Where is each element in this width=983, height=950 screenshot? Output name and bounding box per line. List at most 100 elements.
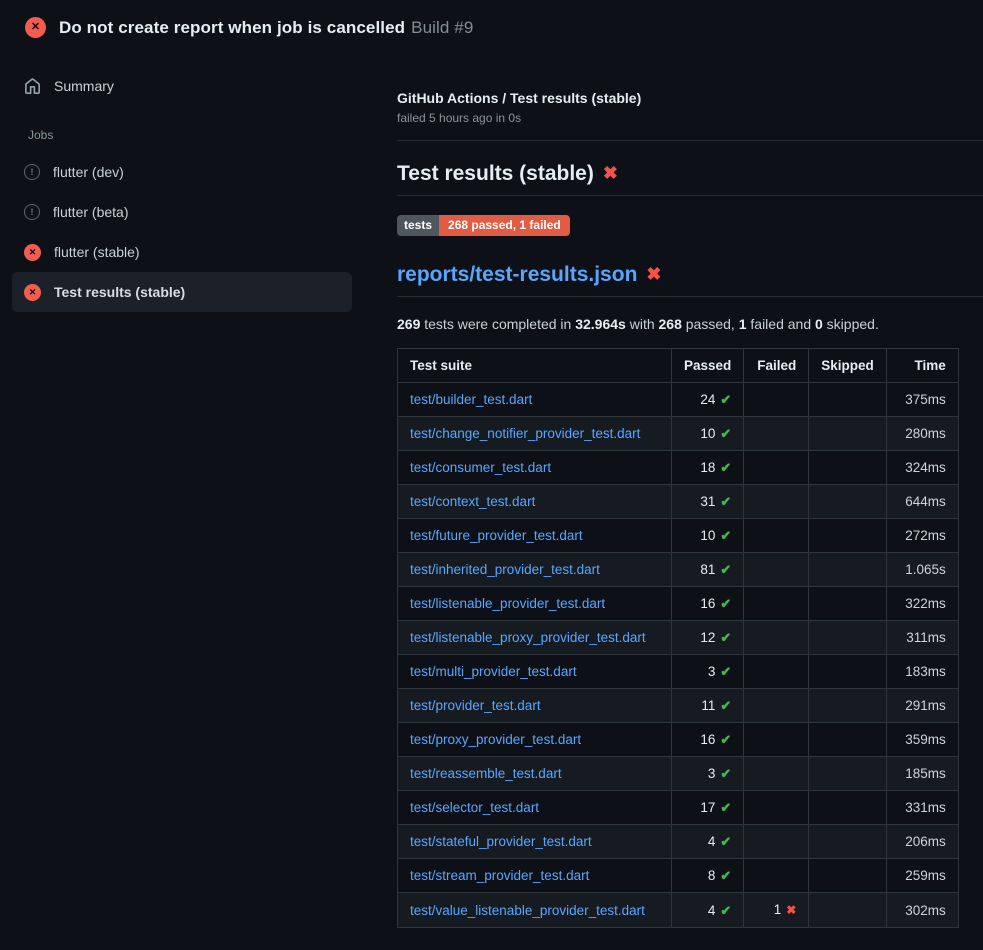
passed-cell: 16✔ (672, 587, 744, 621)
time-cell: 280ms (886, 417, 958, 451)
check-icon: ✔ (720, 834, 731, 849)
build-number: Build #9 (411, 18, 473, 37)
skipped-cell (809, 825, 887, 859)
skipped-cell (809, 723, 887, 757)
time-cell: 1.065s (886, 553, 958, 587)
test-results-table: Test suite Passed Failed Skipped Time te… (397, 348, 959, 928)
sidebar-item-test-results-stable[interactable]: ✕ Test results (stable) (12, 272, 352, 312)
check-icon: ✔ (720, 630, 731, 645)
check-icon: ✔ (720, 426, 731, 441)
test-suite-link[interactable]: test/selector_test.dart (410, 800, 539, 815)
sidebar-summary-label: Summary (54, 78, 114, 94)
skipped-cell (809, 757, 887, 791)
skipped-cell (809, 587, 887, 621)
table-row: test/listenable_provider_test.dart 16✔ 3… (398, 587, 959, 621)
check-icon: ✔ (720, 732, 731, 747)
time-cell: 206ms (886, 825, 958, 859)
skipped-cell (809, 859, 887, 893)
check-icon: ✔ (720, 528, 731, 543)
time-cell: 311ms (886, 621, 958, 655)
time-cell: 322ms (886, 587, 958, 621)
sidebar-item-flutter-stable[interactable]: ✕ flutter (stable) (12, 232, 352, 272)
failed-status-icon: ✕ (25, 17, 46, 38)
check-icon: ✔ (720, 392, 731, 407)
check-icon: ✔ (720, 800, 731, 815)
passed-cell: 3✔ (672, 757, 744, 791)
failed-cell (744, 519, 809, 553)
check-title: Test results (stable)✖ (397, 162, 983, 196)
summary-sentence: 269 tests were completed in 32.964s with… (397, 316, 983, 332)
check-run-panel: GitHub Actions / Test results (stable) f… (365, 54, 983, 928)
neutral-status-icon: ! (24, 164, 40, 180)
time-cell: 644ms (886, 485, 958, 519)
failed-x-icon: ✖ (603, 163, 618, 183)
table-row: test/inherited_provider_test.dart 81✔ 1.… (398, 553, 959, 587)
check-icon: ✔ (720, 494, 731, 509)
table-row: test/change_notifier_provider_test.dart … (398, 417, 959, 451)
test-suite-link[interactable]: test/context_test.dart (410, 494, 535, 509)
test-suite-link[interactable]: test/change_notifier_provider_test.dart (410, 426, 640, 441)
table-row: test/consumer_test.dart 18✔ 324ms (398, 451, 959, 485)
table-row: test/proxy_provider_test.dart 16✔ 359ms (398, 723, 959, 757)
check-icon: ✔ (720, 562, 731, 577)
test-suite-link[interactable]: test/proxy_provider_test.dart (410, 732, 581, 747)
test-suite-link[interactable]: test/future_provider_test.dart (410, 528, 583, 543)
test-suite-link[interactable]: test/listenable_provider_test.dart (410, 596, 605, 611)
test-suite-link[interactable]: test/value_listenable_provider_test.dart (410, 903, 645, 918)
test-suite-link[interactable]: test/builder_test.dart (410, 392, 532, 407)
test-suite-link[interactable]: test/stream_provider_test.dart (410, 868, 589, 883)
sidebar-item-label: flutter (dev) (53, 164, 124, 180)
passed-cell: 3✔ (672, 655, 744, 689)
test-suite-link[interactable]: test/listenable_proxy_provider_test.dart (410, 630, 646, 645)
skipped-cell (809, 791, 887, 825)
passed-cell: 81✔ (672, 553, 744, 587)
test-suite-link[interactable]: test/consumer_test.dart (410, 460, 551, 475)
report-file-link[interactable]: reports/test-results.json (397, 263, 637, 286)
time-cell: 331ms (886, 791, 958, 825)
x-icon: ✖ (786, 903, 796, 917)
skipped-cell (809, 893, 887, 928)
passed-cell: 10✔ (672, 519, 744, 553)
skipped-cell (809, 689, 887, 723)
sidebar-item-summary[interactable]: Summary (12, 68, 352, 104)
column-test-suite: Test suite (398, 349, 672, 383)
time-cell: 272ms (886, 519, 958, 553)
check-icon: ✔ (720, 903, 731, 918)
time-cell: 375ms (886, 383, 958, 417)
column-time: Time (886, 349, 958, 383)
check-icon: ✔ (720, 596, 731, 611)
test-suite-link[interactable]: test/reassemble_test.dart (410, 766, 562, 781)
sidebar-item-flutter-dev[interactable]: ! flutter (dev) (12, 152, 352, 192)
home-icon (24, 78, 41, 95)
skipped-cell (809, 621, 887, 655)
table-row: test/reassemble_test.dart 3✔ 185ms (398, 757, 959, 791)
passed-cell: 18✔ (672, 451, 744, 485)
failed-cell: 1✖ (744, 893, 809, 928)
report-file-heading: reports/test-results.json✖ (397, 263, 983, 297)
tests-badge: tests 268 passed, 1 failed (397, 215, 570, 236)
run-status-line: failed 5 hours ago in 0s (397, 111, 983, 125)
failed-cell (744, 825, 809, 859)
passed-cell: 11✔ (672, 689, 744, 723)
skipped-cell (809, 519, 887, 553)
check-icon: ✔ (720, 460, 731, 475)
badge-value: 268 passed, 1 failed (439, 215, 570, 236)
test-suite-link[interactable]: test/stateful_provider_test.dart (410, 834, 592, 849)
time-cell: 291ms (886, 689, 958, 723)
test-suite-link[interactable]: test/provider_test.dart (410, 698, 541, 713)
skipped-cell (809, 485, 887, 519)
passed-cell: 4✔ (672, 825, 744, 859)
passed-cell: 16✔ (672, 723, 744, 757)
test-suite-link[interactable]: test/multi_provider_test.dart (410, 664, 577, 679)
passed-cell: 4✔ (672, 893, 744, 928)
failed-cell (744, 485, 809, 519)
test-suite-link[interactable]: test/inherited_provider_test.dart (410, 562, 600, 577)
sidebar-item-flutter-beta[interactable]: ! flutter (beta) (12, 192, 352, 232)
failed-status-icon: ✕ (24, 244, 41, 261)
workflow-run-title: Do not create report when job is cancell… (59, 18, 405, 37)
table-row: test/future_provider_test.dart 10✔ 272ms (398, 519, 959, 553)
sidebar-item-label: Test results (stable) (54, 284, 185, 300)
jobs-section-label: Jobs (16, 128, 352, 142)
column-failed: Failed (744, 349, 809, 383)
time-cell: 259ms (886, 859, 958, 893)
